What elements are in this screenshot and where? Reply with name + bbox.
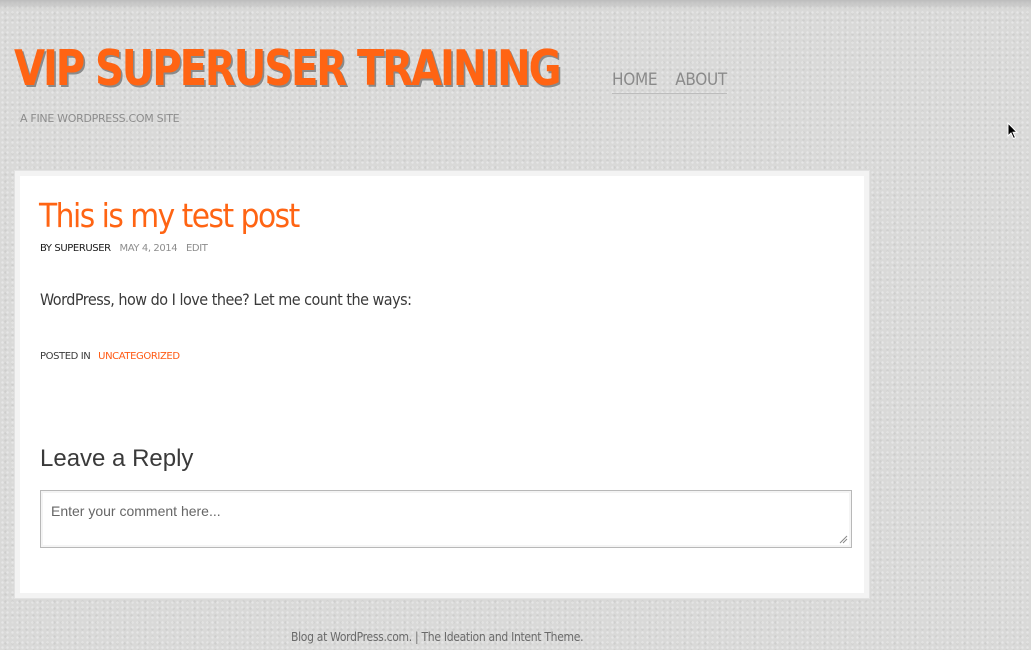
posted-in-label: POSTED IN: [40, 351, 91, 362]
top-shadow: [0, 0, 1031, 10]
theme-link[interactable]: The Ideation and Intent Theme.: [422, 630, 584, 644]
post-author[interactable]: BY SUPERUSER: [40, 243, 111, 254]
reply-heading: Leave a Reply: [40, 445, 194, 472]
post-date[interactable]: MAY 4, 2014: [119, 243, 177, 254]
post-meta: BY SUPERUSER MAY 4, 2014 EDIT: [40, 243, 208, 254]
edit-link[interactable]: EDIT: [186, 243, 208, 254]
category-link[interactable]: UNCATEGORIZED: [98, 351, 180, 362]
post-footer: POSTED IN UNCATEGORIZED: [40, 351, 180, 362]
post-content: WordPress, how do I love thee? Let me co…: [40, 290, 412, 309]
comment-input[interactable]: [41, 491, 851, 547]
site-tagline: A FINE WORDPRESS.COM SITE: [20, 112, 180, 125]
comment-box: [40, 490, 852, 548]
mouse-pointer-icon: [1007, 122, 1019, 140]
resize-grip-icon[interactable]: [838, 534, 848, 544]
site-footer: Blog at WordPress.com. | The Ideation an…: [291, 630, 584, 644]
nav-item-about[interactable]: ABOUT: [675, 68, 727, 92]
nav-item-home[interactable]: HOME: [612, 68, 658, 92]
site-title[interactable]: VIP SUPERUSER TRAINING: [14, 36, 562, 102]
wordpress-link[interactable]: Blog at WordPress.com.: [291, 630, 412, 644]
post-container: This is my test post BY SUPERUSER MAY 4,…: [15, 171, 869, 598]
main-navigation: HOME ABOUT: [612, 68, 727, 94]
post-title[interactable]: This is my test post: [39, 196, 300, 236]
footer-separator: |: [411, 630, 422, 644]
